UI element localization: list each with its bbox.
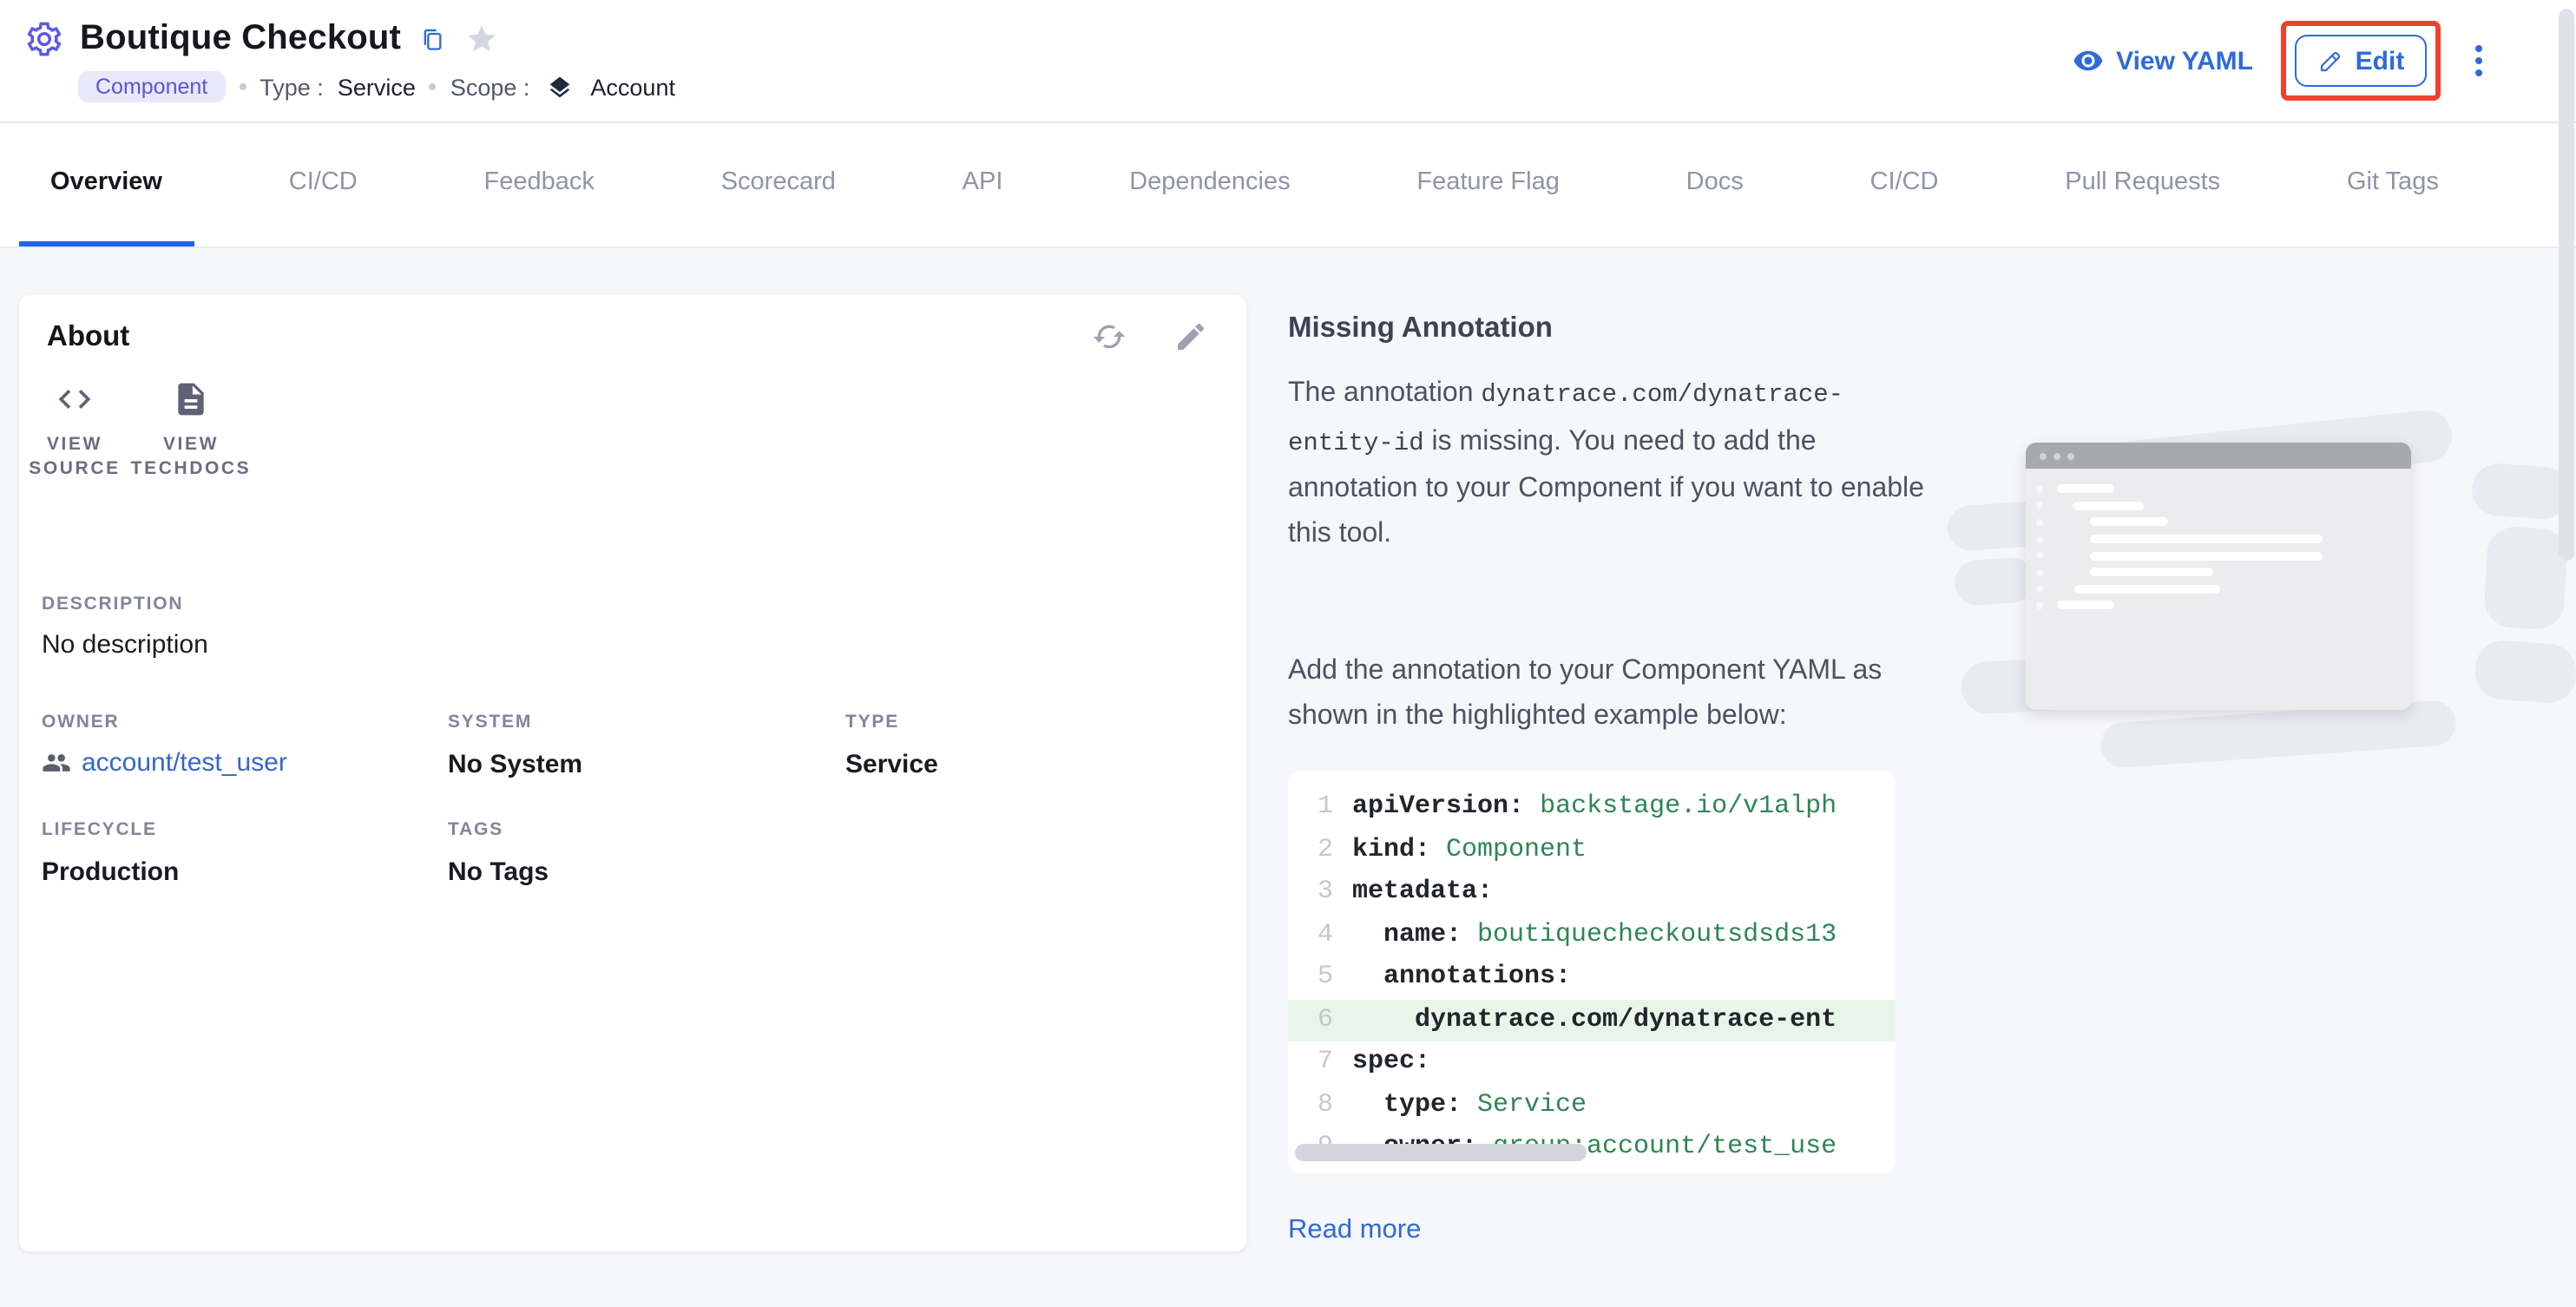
code-line: 5 annotations: [1288,956,1896,999]
tab-api[interactable]: API [931,123,1035,246]
kind-badge: Component [78,71,225,102]
illustration-titlebar [2026,443,2411,469]
edit-button-label: Edit [2356,46,2405,76]
lifecycle-value: Production [42,857,179,887]
layers-icon [547,74,573,100]
panel-title: Missing Annotation [1288,312,1553,345]
code-line: 2kind: Component [1288,829,1896,871]
refresh-icon[interactable] [1092,319,1127,354]
entity-tab-bar: Overview CI/CD Feedback Scorecard API De… [0,123,2576,248]
owner-link[interactable]: account/test_user [42,748,287,778]
edit-about-pencil-icon[interactable] [1173,319,1208,354]
tags-value: No Tags [448,857,549,887]
system-value: No System [448,750,582,779]
view-yaml-button[interactable]: View YAML [2073,45,2253,76]
separator-dot [239,83,246,90]
type-value: Service [338,74,416,100]
code-line: 7spec: [1288,1041,1896,1084]
yaml-code-block: 1apiVersion: backstage.io/v1alph 2kind: … [1288,771,1896,1173]
page-title: Boutique Checkout [80,19,401,59]
favorite-star-icon[interactable] [465,23,498,56]
main-content: About VIEWSOURCE VIEWTECHDOCS DESCRIPTIO… [0,248,2576,1307]
page-header: Boutique Checkout Component Type : Servi… [0,0,2576,122]
illustration-browser-window [2026,443,2411,710]
scope-label: Scope : [450,74,530,100]
more-options-kebab-icon[interactable] [2468,38,2489,83]
copy-icon[interactable] [420,27,444,51]
group-icon [42,748,71,778]
view-source-button[interactable]: VIEWSOURCE [28,380,122,481]
code-line: 4 name: boutiquecheckoutsdsds13 [1288,914,1896,956]
title-row: Boutique Checkout [24,19,498,59]
code-window-illustration [1958,403,2576,771]
type-field-value: Service [845,750,938,779]
tab-cicd-2[interactable]: CI/CD [1839,123,1970,246]
description-label: DESCRIPTION [42,594,183,614]
owner-label: OWNER [42,712,120,732]
document-icon [172,380,210,418]
tab-feedback[interactable]: Feedback [453,123,626,246]
view-source-label: VIEWSOURCE [29,432,120,481]
tab-pull-requests[interactable]: Pull Requests [2034,123,2251,246]
tab-dependencies[interactable]: Dependencies [1098,123,1321,246]
tab-cicd[interactable]: CI/CD [258,123,389,246]
tab-feature-flag[interactable]: Feature Flag [1385,123,1590,246]
tab-overview[interactable]: Overview [19,123,194,246]
view-techdocs-label: VIEWTECHDOCS [131,432,252,481]
type-field-label: TYPE [845,712,899,732]
type-label: Type : [260,74,324,100]
tab-scorecard[interactable]: Scorecard [690,123,867,246]
view-yaml-label: View YAML [2116,46,2253,76]
missing-annotation-panel: Missing Annotation The annotation dynatr… [1288,295,2576,1307]
owner-value: account/test_user [82,748,287,778]
code-line: 8 type: Service [1288,1084,1896,1126]
tags-label: TAGS [448,819,503,840]
tab-docs[interactable]: Docs [1655,123,1775,246]
eye-icon [2073,45,2104,76]
entity-meta-row: Component Type : Service Scope : Account [78,71,675,102]
annotation-paragraph-2: Add the annotation to your Component YAM… [1288,649,1927,738]
header-actions: View YAML Edit [2073,0,2489,122]
edit-highlight-annotation: Edit [2281,21,2441,101]
code-line-highlighted: 6 dynatrace.com/dynatrace-ent [1288,999,1896,1041]
system-label: SYSTEM [448,712,532,732]
code-line: 1apiVersion: backstage.io/v1alph [1288,786,1896,829]
about-card: About VIEWSOURCE VIEWTECHDOCS DESCRIPTIO… [19,295,1246,1251]
code-horizontal-scrollbar[interactable] [1295,1144,1587,1161]
code-line: 3metadata: [1288,871,1896,914]
page-vertical-scrollbar[interactable] [2559,9,2574,561]
separator-dot [430,83,437,90]
about-quick-actions: VIEWSOURCE VIEWTECHDOCS [28,380,260,481]
tab-git-tags[interactable]: Git Tags [2316,123,2470,246]
lifecycle-label: LIFECYCLE [42,819,157,840]
read-more-link[interactable]: Read more [1288,1215,1421,1246]
view-techdocs-button[interactable]: VIEWTECHDOCS [122,380,260,481]
code-icon [56,380,94,418]
entity-page: Boutique Checkout Component Type : Servi… [0,0,2576,1307]
scope-value: Account [590,74,675,100]
edit-button[interactable]: Edit [2295,35,2427,87]
component-gear-icon [24,19,64,59]
description-value: No description [42,630,208,660]
pencil-icon [2317,48,2343,74]
about-card-title: About [47,320,129,353]
annotation-paragraph-1: The annotation dynatrace.com/dynatrace-e… [1288,371,1927,555]
